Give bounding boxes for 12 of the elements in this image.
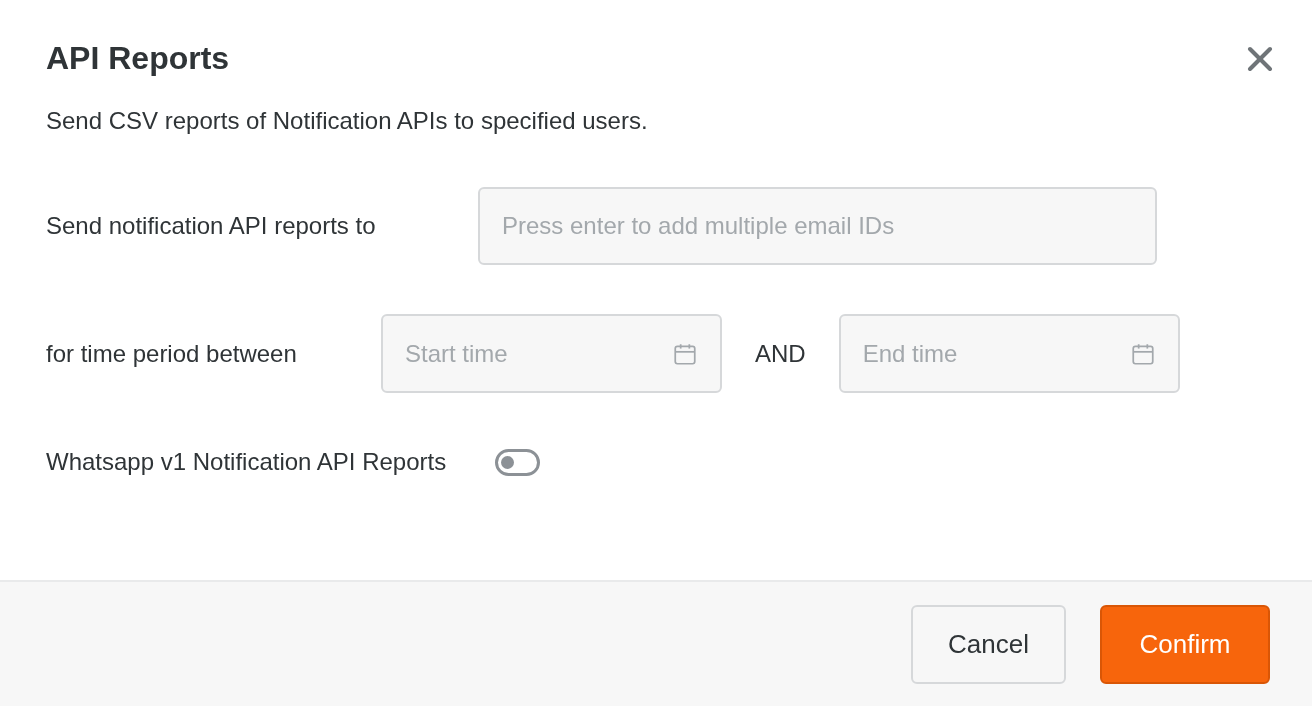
dialog-description: Send CSV reports of Notification APIs to specified users. — [46, 107, 649, 135]
start-time-field[interactable]: Start time — [381, 314, 722, 393]
time-period-label: for time period between — [46, 339, 298, 368]
whatsapp-reports-label: Whatsapp v1 Notification API Reports — [46, 448, 447, 476]
confirm-button[interactable]: Confirm — [1100, 604, 1270, 684]
and-label: AND — [755, 339, 806, 368]
end-time-field[interactable]: End time — [838, 314, 1180, 393]
toggle-switch[interactable] — [495, 448, 541, 476]
cancel-button[interactable]: Cancel — [911, 604, 1066, 684]
dialog-title: API Reports — [46, 40, 230, 77]
email-input-field[interactable]: Press enter to add multiple email IDs — [478, 187, 1157, 265]
recipients-label: Send notification API reports to — [46, 212, 377, 240]
